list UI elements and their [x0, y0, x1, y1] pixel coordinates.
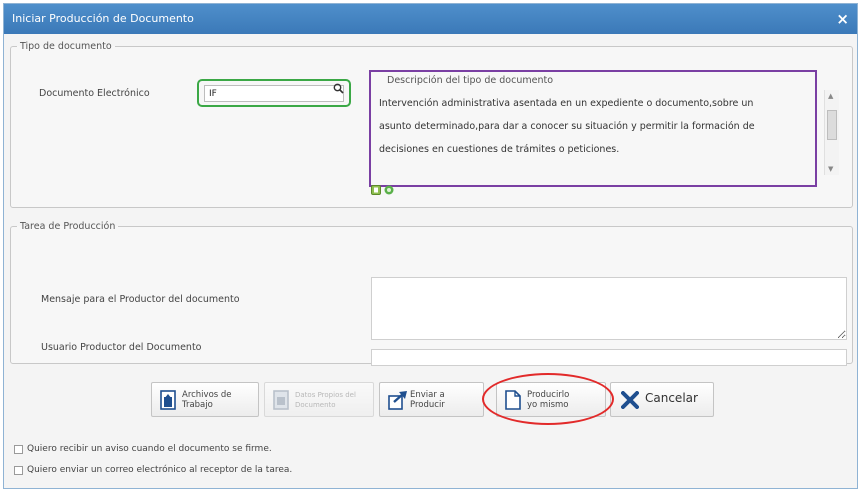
document-type-input[interactable]: [204, 85, 344, 102]
description-title: Descripción del tipo de documento: [387, 75, 554, 86]
usuario-productor-label: Usuario Productor del Documento: [41, 342, 202, 353]
button-label-line: Producirlo: [527, 390, 570, 400]
document-type-description: Descripción del tipo de documento Interv…: [369, 70, 817, 187]
correo-checkbox-row: Quiero enviar un correo electrónico al r…: [14, 465, 292, 475]
copy-icon[interactable]: [371, 185, 381, 195]
scroll-up-icon[interactable]: ▲: [828, 92, 833, 100]
correo-checkbox-label: Quiero enviar un correo electrónico al r…: [27, 465, 293, 475]
mensaje-label: Mensaje para el Productor del documento: [41, 294, 240, 305]
usuario-productor-input[interactable]: [371, 349, 847, 366]
enviar-producir-label: Enviar a Producir: [410, 390, 445, 410]
upload-file-icon: [160, 390, 176, 413]
producirlo-yo-mismo-button[interactable]: Producirlo yo mismo: [496, 382, 606, 417]
tipo-documento-section: Tipo de documento Documento Electrónico …: [10, 41, 853, 208]
correo-checkbox[interactable]: [14, 465, 23, 475]
dialog-title: Iniciar Producción de Documento: [12, 12, 194, 25]
button-label-line: Enviar a: [410, 390, 445, 400]
button-label-line: Trabajo: [182, 400, 213, 410]
aviso-checkbox-row: Quiero recibir un aviso cuando el docume…: [14, 444, 272, 454]
datos-propios-button[interactable]: Datos Propios del Documento: [264, 382, 374, 417]
archivos-trabajo-label: Archivos de Trabajo: [182, 390, 232, 410]
description-line: asunto determinado,para dar a conocer su…: [379, 121, 755, 132]
blank-document-icon: [505, 390, 521, 413]
close-icon[interactable]: ×: [836, 4, 849, 34]
mensaje-textarea[interactable]: [371, 277, 847, 340]
documento-electronico-label: Documento Electrónico: [39, 88, 150, 99]
tarea-produccion-section: Tarea de Producción Mensaje para el Prod…: [10, 221, 853, 366]
producirlo-yo-mismo-label: Producirlo yo mismo: [527, 390, 569, 410]
datos-propios-label: Datos Propios del Documento: [295, 390, 356, 410]
aviso-checkbox[interactable]: [14, 444, 23, 454]
description-actions: [371, 185, 394, 195]
cancel-x-icon: [621, 391, 639, 412]
description-line: decisiones en cuestiones de trámites o p…: [379, 144, 620, 155]
scroll-down-icon[interactable]: ▼: [828, 165, 833, 173]
cancelar-button[interactable]: Cancelar: [610, 382, 714, 417]
description-text: Intervención administrativa asentada en …: [379, 92, 819, 161]
dialog-window: Iniciar Producción de Documento × Tipo d…: [3, 3, 858, 489]
scrollbar-thumb[interactable]: [827, 110, 837, 140]
button-label-line: Datos Propios del: [295, 391, 356, 399]
search-icon[interactable]: [328, 81, 348, 96]
button-label-line: Producir: [410, 400, 445, 410]
tarea-produccion-legend: Tarea de Producción: [20, 221, 116, 232]
send-arrow-icon: [388, 390, 408, 413]
description-line: Intervención administrativa asentada en …: [379, 98, 754, 109]
cancelar-label: Cancelar: [645, 391, 698, 405]
archivos-trabajo-button[interactable]: Archivos de Trabajo: [151, 382, 259, 417]
info-icon[interactable]: [384, 185, 394, 195]
aviso-checkbox-label: Quiero recibir un aviso cuando el docume…: [27, 444, 272, 454]
enviar-producir-button[interactable]: Enviar a Producir: [379, 382, 484, 417]
description-scrollbar[interactable]: ▲ ▼: [824, 90, 839, 175]
document-data-icon: [273, 390, 289, 413]
button-label-line: Documento: [295, 401, 336, 409]
tipo-documento-legend: Tipo de documento: [20, 41, 112, 52]
button-label-line: Archivos de: [182, 390, 232, 400]
document-type-search: [197, 79, 351, 107]
dialog-titlebar: Iniciar Producción de Documento ×: [4, 4, 857, 34]
button-label-line: yo mismo: [527, 400, 569, 410]
